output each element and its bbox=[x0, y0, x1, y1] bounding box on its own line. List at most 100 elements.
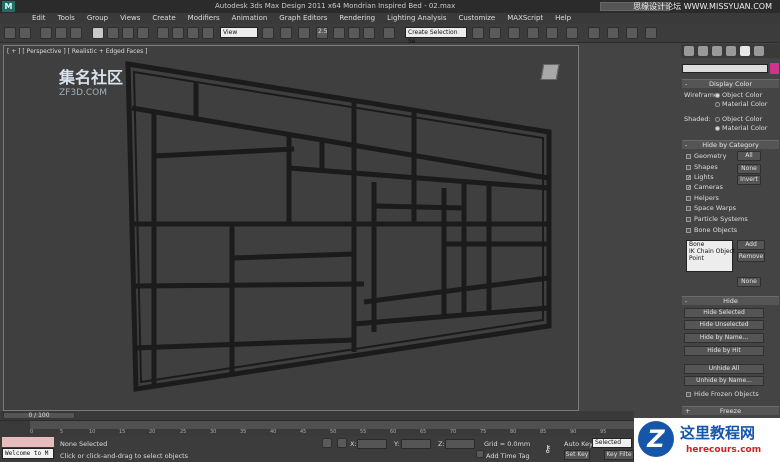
chk-hide-frozen[interactable] bbox=[686, 392, 691, 397]
menu-edit[interactable]: Edit bbox=[32, 13, 46, 24]
hide-unselected-button[interactable]: Hide Unselected bbox=[684, 320, 764, 330]
key-filters-button[interactable]: Key Filte bbox=[604, 450, 634, 460]
create-tab-icon[interactable] bbox=[684, 46, 694, 56]
unhide-all-button[interactable]: Unhide All bbox=[684, 364, 764, 374]
undo-icon[interactable] bbox=[4, 27, 16, 39]
chk-bone-objects[interactable] bbox=[686, 228, 691, 233]
unhide-by-name-button[interactable]: Unhide by Name... bbox=[684, 376, 764, 386]
key-selection-dropdown[interactable]: Selected bbox=[592, 438, 632, 448]
app-logo-icon[interactable]: M bbox=[2, 1, 15, 12]
perspective-viewport[interactable]: [ + ] [ Perspective ] [ Realistic + Edge… bbox=[3, 45, 579, 411]
menu-maxscript[interactable]: MAXScript bbox=[507, 13, 543, 24]
menu-create[interactable]: Create bbox=[152, 13, 175, 24]
hide-invert-button[interactable]: Invert bbox=[737, 175, 761, 185]
add-time-tag[interactable]: Add Time Tag bbox=[486, 452, 530, 460]
hide-all-button[interactable]: All bbox=[737, 151, 761, 161]
category-listbox[interactable]: Bone IK Chain Object Point bbox=[686, 240, 735, 272]
lock-selection-icon[interactable] bbox=[322, 438, 332, 448]
object-name-field[interactable] bbox=[682, 64, 768, 73]
absolute-mode-icon[interactable] bbox=[337, 438, 347, 448]
chk-shapes[interactable] bbox=[686, 165, 691, 170]
hide-by-name-button[interactable]: Hide by Name... bbox=[684, 333, 764, 343]
object-color-swatch[interactable] bbox=[770, 63, 779, 74]
pivot-center-icon[interactable] bbox=[262, 27, 274, 39]
select-scale-icon[interactable] bbox=[187, 27, 199, 39]
rollout-hide-by-category[interactable]: - Hide by Category bbox=[682, 140, 779, 149]
select-by-name-icon[interactable] bbox=[107, 27, 119, 39]
chk-lights[interactable]: ✓ bbox=[686, 175, 691, 181]
remove-category-button[interactable]: Remove bbox=[737, 252, 765, 262]
category-none-button[interactable]: None bbox=[737, 277, 761, 287]
shaded-material-color-radio[interactable]: Material Color bbox=[715, 124, 767, 132]
rollout-hide[interactable]: - Hide bbox=[682, 296, 779, 305]
graphite-ribbon-icon[interactable] bbox=[527, 27, 539, 39]
add-category-button[interactable]: Add bbox=[737, 240, 765, 250]
chk-geometry[interactable] bbox=[686, 154, 691, 159]
select-object-icon[interactable] bbox=[92, 27, 104, 39]
link-icon[interactable] bbox=[40, 27, 52, 39]
track-ticks[interactable] bbox=[30, 421, 634, 429]
align-icon[interactable] bbox=[489, 27, 501, 39]
menu-graph-editors[interactable]: Graph Editors bbox=[279, 13, 327, 24]
render-production-icon[interactable] bbox=[645, 27, 657, 39]
utilities-tab-icon[interactable] bbox=[754, 46, 764, 56]
modify-tab-icon[interactable] bbox=[698, 46, 708, 56]
wireframe-material-color-radio[interactable]: Material Color bbox=[715, 100, 767, 108]
menu-views[interactable]: Views bbox=[120, 13, 140, 24]
menu-lighting-analysis[interactable]: Lighting Analysis bbox=[387, 13, 446, 24]
menu-tools[interactable]: Tools bbox=[58, 13, 75, 24]
time-tag-icon[interactable] bbox=[476, 450, 484, 458]
set-key-button[interactable]: Set Key bbox=[564, 450, 590, 460]
selection-region-icon[interactable] bbox=[122, 27, 134, 39]
auto-key-button[interactable]: Auto Key bbox=[564, 440, 593, 448]
wireframe-object-color-radio[interactable]: Object Color bbox=[715, 91, 762, 99]
window-crossing-icon[interactable] bbox=[137, 27, 149, 39]
y-coordinate-field[interactable] bbox=[401, 439, 431, 449]
maxscript-mini-listener[interactable]: Welcome to M bbox=[2, 448, 54, 459]
select-rotate-icon[interactable] bbox=[172, 27, 184, 39]
shaded-object-color-radio[interactable]: Object Color bbox=[715, 115, 762, 123]
hide-selected-button[interactable]: Hide Selected bbox=[684, 308, 764, 318]
material-editor-icon[interactable] bbox=[588, 27, 600, 39]
chk-helpers[interactable] bbox=[686, 196, 691, 201]
menu-help[interactable]: Help bbox=[555, 13, 571, 24]
rollout-freeze[interactable]: + Freeze bbox=[682, 406, 779, 415]
list-item[interactable]: IK Chain Object bbox=[687, 248, 735, 255]
render-setup-icon[interactable] bbox=[607, 27, 619, 39]
z-coordinate-field[interactable] bbox=[445, 439, 475, 449]
menu-rendering[interactable]: Rendering bbox=[339, 13, 375, 24]
layer-manager-icon[interactable] bbox=[508, 27, 520, 39]
rendered-frame-icon[interactable] bbox=[626, 27, 638, 39]
menu-animation[interactable]: Animation bbox=[232, 13, 268, 24]
key-icon[interactable]: ⚷ bbox=[544, 444, 551, 455]
menu-group[interactable]: Group bbox=[87, 13, 108, 24]
schematic-view-icon[interactable] bbox=[566, 27, 578, 39]
chk-particle-systems[interactable] bbox=[686, 217, 691, 222]
spinner-snap-icon[interactable] bbox=[363, 27, 375, 39]
select-move-icon[interactable] bbox=[157, 27, 169, 39]
reference-coord-icon[interactable] bbox=[202, 27, 214, 39]
maxscript-listener-mini[interactable] bbox=[2, 437, 54, 447]
hierarchy-tab-icon[interactable] bbox=[712, 46, 722, 56]
mirror-icon[interactable] bbox=[472, 27, 484, 39]
list-item[interactable]: Point bbox=[687, 255, 732, 262]
edit-named-sets-icon[interactable] bbox=[383, 27, 395, 39]
viewport-label[interactable]: [ + ] [ Perspective ] [ Realistic + Edge… bbox=[7, 48, 147, 55]
track-bar[interactable]: 0 5 10 15 20 25 30 35 40 45 50 55 60 65 … bbox=[0, 420, 634, 436]
keyboard-shortcut-icon[interactable] bbox=[298, 27, 310, 39]
motion-tab-icon[interactable] bbox=[726, 46, 736, 56]
redo-icon[interactable] bbox=[19, 27, 31, 39]
list-item[interactable]: Bone bbox=[687, 241, 732, 248]
chk-cameras[interactable]: ✓ bbox=[686, 185, 691, 191]
percent-snap-icon[interactable] bbox=[348, 27, 360, 39]
unlink-icon[interactable] bbox=[55, 27, 67, 39]
curve-editor-icon[interactable] bbox=[546, 27, 558, 39]
menu-customize[interactable]: Customize bbox=[458, 13, 495, 24]
angle-snap-icon[interactable] bbox=[333, 27, 345, 39]
reference-coord-dropdown[interactable]: View bbox=[220, 27, 258, 38]
hide-by-hit-button[interactable]: Hide by Hit bbox=[684, 346, 764, 356]
bind-spacewarp-icon[interactable] bbox=[70, 27, 82, 39]
rollout-display-color[interactable]: - Display Color bbox=[682, 79, 779, 88]
select-manipulate-icon[interactable] bbox=[280, 27, 292, 39]
display-tab-icon[interactable] bbox=[740, 46, 750, 56]
